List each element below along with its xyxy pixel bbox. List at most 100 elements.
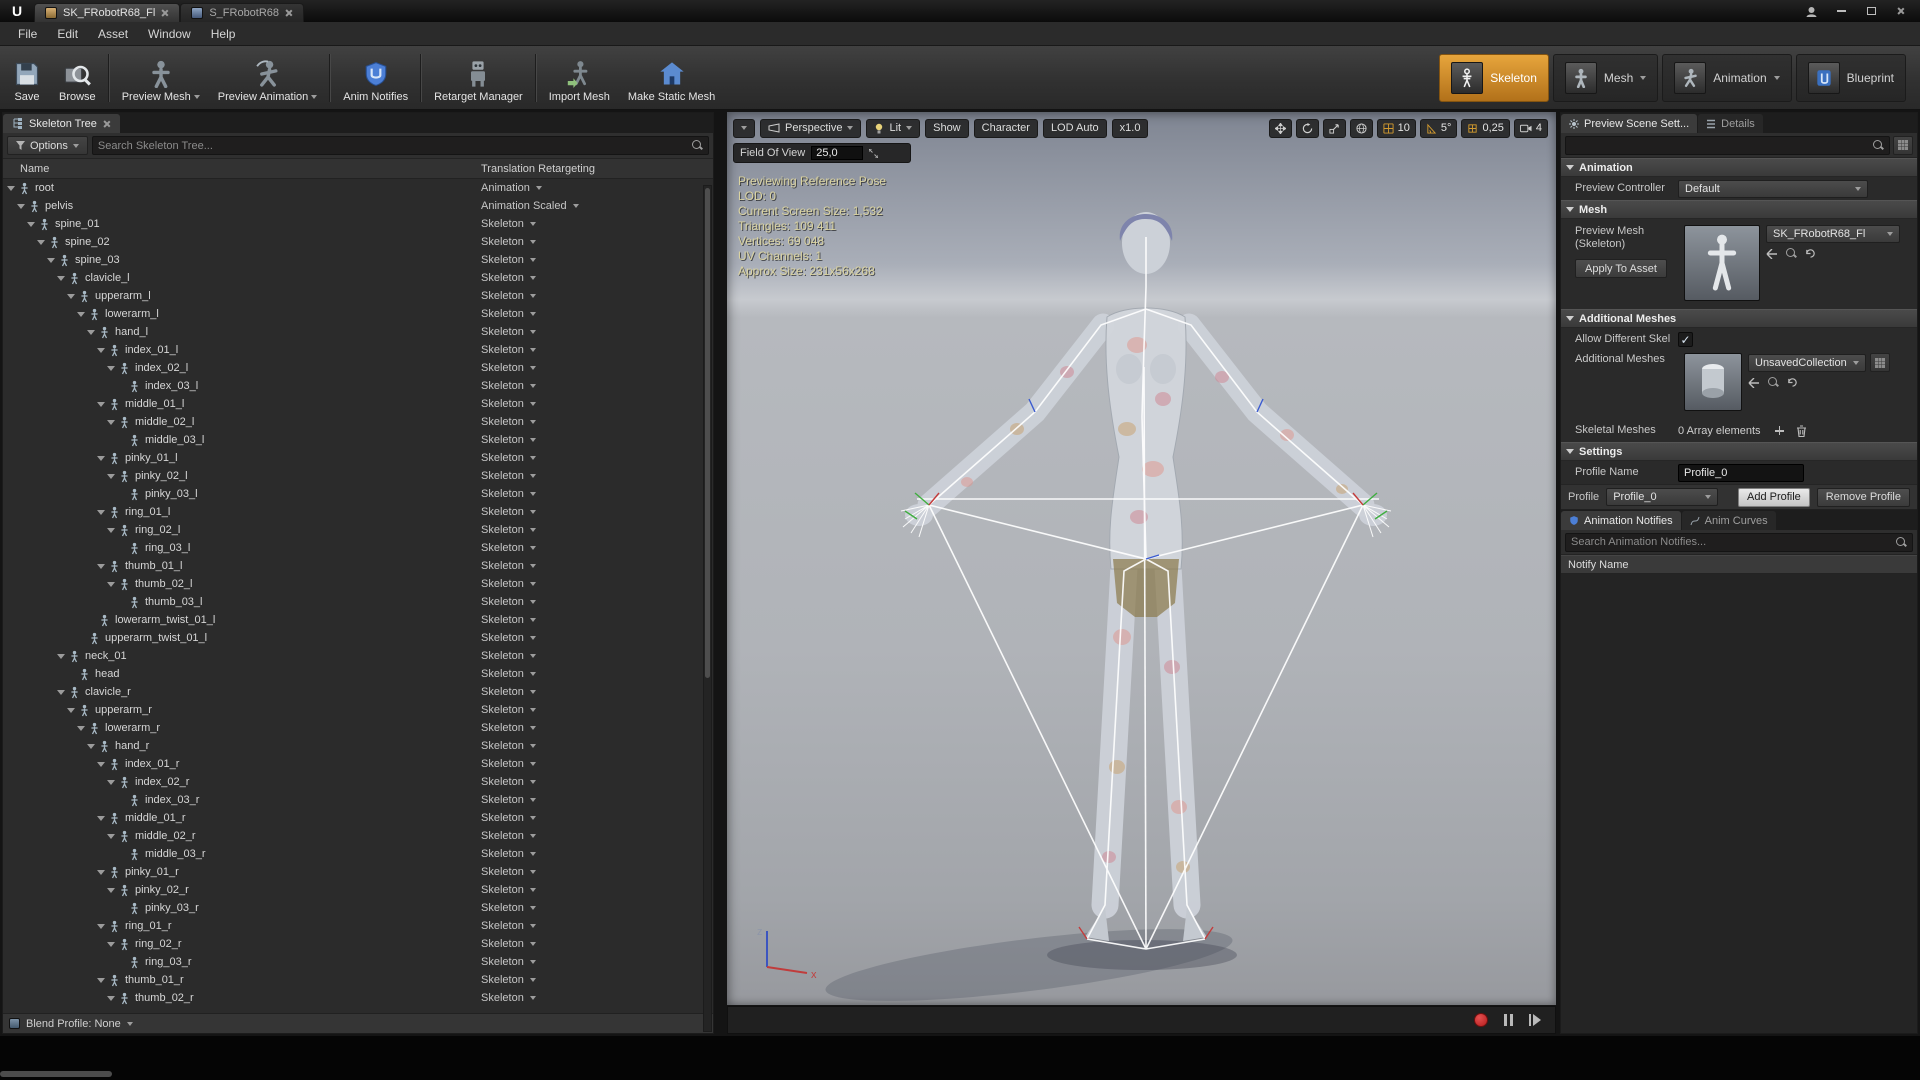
skeleton-tree-row[interactable]: middle_02_l Skeleton: [3, 413, 713, 431]
skeleton-tree-row[interactable]: ring_01_r Skeleton: [3, 917, 713, 935]
feedback-icon[interactable]: [1798, 3, 1824, 19]
preview-mesh-thumbnail[interactable]: [1684, 225, 1760, 301]
expander-icon[interactable]: [107, 886, 116, 895]
retargeting-dropdown[interactable]: Skeleton: [481, 938, 536, 950]
expander-icon[interactable]: [7, 184, 16, 193]
skeleton-tree-row[interactable]: pinky_03_r Skeleton: [3, 899, 713, 917]
import-mesh-button[interactable]: Import Mesh: [540, 49, 619, 107]
preview-mesh-dropdown[interactable]: SK_FRobotR68_Fl: [1766, 225, 1900, 243]
tab-skeleton-tree[interactable]: Skeleton Tree: [3, 114, 120, 133]
retargeting-dropdown[interactable]: Skeleton: [481, 884, 536, 896]
expander-icon[interactable]: [117, 436, 126, 445]
pause-button[interactable]: [1503, 1014, 1513, 1026]
playback-speed-button[interactable]: x1.0: [1111, 118, 1149, 138]
reset-icon[interactable]: [1787, 377, 1798, 388]
expander-icon[interactable]: [57, 688, 66, 697]
retargeting-dropdown[interactable]: Skeleton: [481, 866, 536, 878]
expander-icon[interactable]: [37, 238, 46, 247]
skeleton-tree-row[interactable]: pinky_03_l Skeleton: [3, 485, 713, 503]
skeleton-tree-row[interactable]: root Animation: [3, 179, 713, 197]
expander-icon[interactable]: [57, 652, 66, 661]
options-button[interactable]: Options: [7, 136, 88, 155]
scale-snap-button[interactable]: 0,25: [1461, 118, 1510, 138]
skeleton-tree-row[interactable]: upperarm_r Skeleton: [3, 701, 713, 719]
skeleton-tree-row[interactable]: clavicle_r Skeleton: [3, 683, 713, 701]
expander-icon[interactable]: [107, 940, 116, 949]
save-button[interactable]: Save: [4, 49, 50, 107]
preview-controller-dropdown[interactable]: Default: [1678, 179, 1868, 198]
mode-skeleton-button[interactable]: Skeleton: [1439, 53, 1549, 102]
blend-profile-bar[interactable]: Blend Profile: None: [3, 1013, 713, 1033]
retargeting-dropdown[interactable]: Skeleton: [481, 758, 536, 770]
close-tab-icon[interactable]: [285, 9, 293, 17]
add-profile-button[interactable]: Add Profile: [1737, 487, 1810, 507]
details-search-input[interactable]: [1571, 139, 1869, 151]
skeleton-tree-row[interactable]: middle_01_l Skeleton: [3, 395, 713, 413]
retargeting-dropdown[interactable]: Skeleton: [481, 236, 536, 248]
perspective-button[interactable]: Perspective: [760, 118, 862, 138]
skeleton-tree-search[interactable]: [91, 136, 709, 155]
retargeting-dropdown[interactable]: Skeleton: [481, 992, 536, 1004]
retargeting-dropdown[interactable]: Skeleton: [481, 920, 536, 932]
camera-speed-button[interactable]: 4: [1513, 118, 1548, 138]
retargeting-dropdown[interactable]: Skeleton: [481, 416, 536, 428]
retargeting-dropdown[interactable]: Skeleton: [481, 308, 536, 320]
expander-icon[interactable]: [77, 724, 86, 733]
lod-auto-button[interactable]: LOD Auto: [1042, 118, 1107, 138]
collection-options-icon[interactable]: [1870, 353, 1890, 372]
skeleton-tree-row[interactable]: index_03_l Skeleton: [3, 377, 713, 395]
section-settings[interactable]: Settings: [1561, 442, 1917, 461]
skeleton-tree-row[interactable]: middle_03_r Skeleton: [3, 845, 713, 863]
expander-icon[interactable]: [107, 580, 116, 589]
skeleton-tree-row[interactable]: index_02_l Skeleton: [3, 359, 713, 377]
expand-icon[interactable]: [869, 148, 879, 158]
skeleton-tree-row[interactable]: pinky_01_r Skeleton: [3, 863, 713, 881]
skeleton-tree-row[interactable]: ring_03_r Skeleton: [3, 953, 713, 971]
retargeting-dropdown[interactable]: Skeleton: [481, 326, 536, 338]
expander-icon[interactable]: [117, 598, 126, 607]
skeleton-tree-row[interactable]: upperarm_twist_01_l Skeleton: [3, 629, 713, 647]
retargeting-dropdown[interactable]: Skeleton: [481, 488, 536, 500]
window-tab-s-frobot[interactable]: S_FRobotR68: [180, 3, 305, 22]
trash-icon[interactable]: [1796, 424, 1807, 437]
retargeting-dropdown[interactable]: Skeleton: [481, 596, 536, 608]
retargeting-dropdown[interactable]: Skeleton: [481, 812, 536, 824]
close-tab-icon[interactable]: [161, 9, 169, 17]
field-of-view-control[interactable]: Field Of View 25,0: [733, 143, 911, 163]
expander-icon[interactable]: [27, 220, 36, 229]
expander-icon[interactable]: [107, 472, 116, 481]
retargeting-dropdown[interactable]: Skeleton: [481, 650, 536, 662]
skeleton-tree-row[interactable]: pinky_01_l Skeleton: [3, 449, 713, 467]
skeleton-tree-row[interactable]: spine_03 Skeleton: [3, 251, 713, 269]
expander-icon[interactable]: [97, 346, 106, 355]
close-tab-icon[interactable]: [103, 120, 111, 128]
retargeting-dropdown[interactable]: Skeleton: [481, 452, 536, 464]
retargeting-dropdown[interactable]: Skeleton: [481, 560, 536, 572]
retargeting-dropdown[interactable]: Skeleton: [481, 398, 536, 410]
retargeting-dropdown[interactable]: Skeleton: [481, 542, 536, 554]
skeleton-tree-scrollbar[interactable]: [703, 185, 712, 1032]
skeleton-tree-row[interactable]: neck_01 Skeleton: [3, 647, 713, 665]
skeleton-tree-row[interactable]: middle_02_r Skeleton: [3, 827, 713, 845]
browse-to-asset-icon[interactable]: [1786, 248, 1797, 259]
tab-animation-notifies[interactable]: Animation Notifies: [1561, 511, 1681, 530]
expander-icon[interactable]: [97, 400, 106, 409]
expander-icon[interactable]: [67, 292, 76, 301]
retargeting-dropdown[interactable]: Skeleton: [481, 740, 536, 752]
scrollbar-thumb[interactable]: [705, 188, 710, 679]
column-translation-retargeting[interactable]: Translation Retargeting: [481, 163, 595, 175]
skeleton-tree-row[interactable]: lowerarm_twist_01_l Skeleton: [3, 611, 713, 629]
retargeting-dropdown[interactable]: Skeleton: [481, 218, 536, 230]
skeleton-tree-row[interactable]: ring_01_l Skeleton: [3, 503, 713, 521]
expander-icon[interactable]: [97, 922, 106, 931]
add-element-icon[interactable]: [1774, 426, 1784, 435]
skeleton-tree-row[interactable]: lowerarm_r Skeleton: [3, 719, 713, 737]
chevron-down-icon[interactable]: [311, 94, 318, 99]
menu-help[interactable]: Help: [201, 27, 246, 41]
allow-different-skeletons-checkbox[interactable]: [1678, 332, 1693, 347]
retargeting-dropdown[interactable]: Skeleton: [481, 704, 536, 716]
skeleton-tree-row[interactable]: thumb_01_l Skeleton: [3, 557, 713, 575]
mode-animation-button[interactable]: Animation: [1662, 53, 1792, 102]
retargeting-dropdown[interactable]: Skeleton: [481, 524, 536, 536]
retargeting-dropdown[interactable]: Skeleton: [481, 974, 536, 986]
